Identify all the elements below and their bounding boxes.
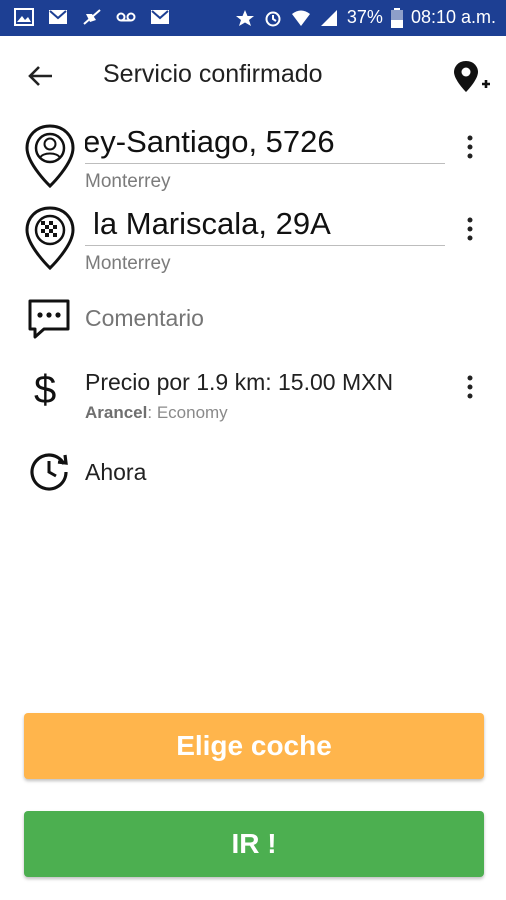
destination-address-field[interactable]: la Mariscala, 29A xyxy=(85,206,445,246)
more-vert-icon xyxy=(467,135,473,159)
dollar-icon: $ xyxy=(34,368,57,412)
add-location-button[interactable] xyxy=(452,60,492,94)
tariff-value: : Economy xyxy=(147,403,228,422)
image-icon xyxy=(14,8,34,26)
add-location-icon xyxy=(454,61,490,92)
comment-input[interactable] xyxy=(85,305,425,332)
app-toolbar: Servicio confirmado xyxy=(0,36,506,114)
wifi-icon xyxy=(291,10,310,26)
schedule-icon xyxy=(30,453,68,491)
origin-address-field[interactable]: ey-Santiago, 5726 xyxy=(85,124,445,164)
origin-address: ey-Santiago, 5726 xyxy=(85,124,335,159)
origin-more-button[interactable] xyxy=(458,130,482,164)
go-button[interactable]: IR ! xyxy=(24,811,484,877)
star-icon xyxy=(235,9,254,26)
choose-car-button[interactable]: Elige coche xyxy=(24,713,484,779)
clock-time: 08:10 a.m. xyxy=(410,7,496,27)
destination-flag-pin-icon xyxy=(25,206,75,270)
time-row[interactable]: Ahora xyxy=(0,446,506,496)
tariff-label: Arancel xyxy=(85,403,148,422)
battery-icon xyxy=(390,7,403,28)
status-notifications xyxy=(14,8,170,26)
voicemail-icon xyxy=(116,12,136,22)
comment-icon xyxy=(28,299,70,339)
tariff-line: Arancel: Economy xyxy=(85,403,228,423)
back-button[interactable] xyxy=(22,58,58,94)
more-vert-icon xyxy=(467,375,473,399)
destination-city: Monterrey xyxy=(85,253,171,274)
price-row: $ Precio por 1.9 km: 15.00 MXN Arancel: … xyxy=(0,360,506,430)
time-text: Ahora xyxy=(85,459,147,485)
alarm-icon xyxy=(265,11,281,26)
more-vert-icon xyxy=(467,217,473,241)
cell-signal-icon xyxy=(320,9,337,26)
gmail-icon xyxy=(49,10,67,24)
no-signal-icon xyxy=(83,9,101,25)
destination-address: la Mariscala, 29A xyxy=(93,206,331,241)
price-more-button[interactable] xyxy=(458,370,482,404)
status-bar: 37% 08:10 a.m. xyxy=(0,0,506,36)
comment-row[interactable] xyxy=(0,292,506,348)
destination-more-button[interactable] xyxy=(458,212,482,246)
page-title: Servicio confirmado xyxy=(103,60,323,88)
price-text: Precio por 1.9 km: 15.00 MXN xyxy=(85,369,394,395)
arrow-left-icon xyxy=(28,66,52,86)
status-system: 37% 08:10 a.m. xyxy=(235,7,496,28)
origin-row[interactable]: ey-Santiago, 5726 Monterrey xyxy=(0,124,506,204)
destination-row[interactable]: la Mariscala, 29A Monterrey xyxy=(0,206,506,286)
origin-city: Monterrey xyxy=(85,171,171,192)
origin-person-pin-icon xyxy=(25,124,75,188)
battery-percent: 37% xyxy=(346,7,383,27)
mail-icon xyxy=(151,10,169,24)
